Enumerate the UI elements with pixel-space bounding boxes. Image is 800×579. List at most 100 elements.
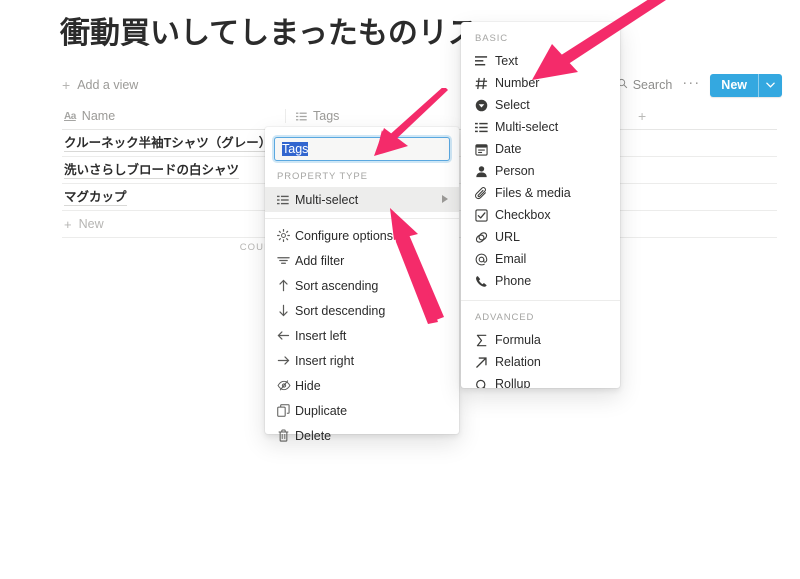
menu-item-label: Delete: [295, 429, 449, 443]
arrow-right-icon: [277, 354, 295, 367]
column-header-tags[interactable]: Tags: [285, 109, 463, 123]
menu-item-label: Configure options: [295, 229, 449, 243]
multi-select-icon: [296, 111, 307, 122]
advanced-section-label: ADVANCED: [461, 301, 620, 329]
type-option-formula[interactable]: Formula: [461, 329, 620, 351]
type-option-text[interactable]: Text: [461, 50, 620, 72]
add-view-button[interactable]: + Add a view: [62, 74, 138, 96]
phone-icon: [475, 275, 495, 288]
type-option-select[interactable]: Select: [461, 94, 620, 116]
menu-item-label: Hide: [295, 379, 449, 393]
type-option-rollup[interactable]: Rollup: [461, 373, 620, 388]
type-option-multi-select[interactable]: Multi-select: [461, 116, 620, 138]
gear-icon: [277, 229, 295, 242]
multi-select-icon: [475, 121, 495, 134]
menu-item-insert-left[interactable]: Insert left: [265, 323, 459, 348]
property-type-panel: BASIC Text Number Select Multi-select: [461, 22, 620, 388]
arrow-down-icon: [277, 304, 295, 317]
cell-name[interactable]: マグカップ: [62, 189, 285, 206]
property-context-menu: PROPERTY TYPE Multi-select Configure opt…: [265, 127, 459, 434]
type-option-label: Email: [495, 252, 526, 266]
menu-item-add-filter[interactable]: Add filter: [265, 248, 459, 273]
row-name-text: クルーネック半袖Tシャツ（グレー）: [64, 135, 271, 152]
menu-item-property-type-label: Multi-select: [295, 193, 442, 207]
new-button-group: New: [710, 74, 782, 97]
type-option-label: Date: [495, 142, 521, 156]
menu-item-label: Sort descending: [295, 304, 449, 318]
cell-name[interactable]: 洗いさらしブロードの白シャツ: [62, 162, 285, 179]
sigma-icon: [475, 334, 495, 347]
plus-icon: +: [64, 217, 72, 232]
multi-select-icon: [277, 194, 295, 206]
menu-item-insert-right[interactable]: Insert right: [265, 348, 459, 373]
type-option-label: Formula: [495, 333, 541, 347]
search-label: Search: [633, 78, 673, 92]
divider: [265, 218, 459, 219]
type-option-phone[interactable]: Phone: [461, 270, 620, 292]
menu-item-hide[interactable]: Hide: [265, 373, 459, 398]
column-header-name[interactable]: Aa Name: [62, 109, 285, 123]
duplicate-icon: [277, 404, 295, 417]
link-icon: [475, 231, 495, 244]
paperclip-icon: [475, 187, 495, 200]
type-option-email[interactable]: Email: [461, 248, 620, 270]
column-header-tags-label: Tags: [313, 109, 339, 123]
type-option-label: Person: [495, 164, 535, 178]
calendar-icon: [475, 143, 495, 156]
type-option-label: Text: [495, 54, 518, 68]
at-icon: [475, 253, 495, 266]
cell-name[interactable]: クルーネック半袖Tシャツ（グレー）: [62, 135, 285, 152]
hash-icon: [475, 77, 495, 90]
search-button[interactable]: Search: [617, 78, 673, 92]
menu-item-label: Duplicate: [295, 404, 449, 418]
app-root: 衝動買いしてしまったものリス + Add a view Search ··· N…: [0, 0, 800, 579]
menu-item-label: Sort ascending: [295, 279, 449, 293]
basic-section-label: BASIC: [461, 22, 620, 50]
cell-new[interactable]: + New: [62, 217, 285, 232]
select-circle-icon: [475, 99, 495, 112]
property-name-input[interactable]: [274, 137, 450, 161]
checkbox-icon: [475, 209, 495, 222]
menu-item-label: Add filter: [295, 254, 449, 268]
arrow-left-icon: [277, 329, 295, 342]
menu-item-sort-descending[interactable]: Sort descending: [265, 298, 459, 323]
type-option-checkbox[interactable]: Checkbox: [461, 204, 620, 226]
rollup-icon: [475, 378, 495, 389]
new-button[interactable]: New: [710, 74, 758, 97]
new-button-dropdown[interactable]: [759, 74, 782, 97]
type-option-number[interactable]: Number: [461, 72, 620, 94]
table-header-row: Aa Name Tags +: [62, 103, 777, 130]
page-title[interactable]: 衝動買いしてしまったものリス: [60, 14, 478, 54]
menu-item-sort-ascending[interactable]: Sort ascending: [265, 273, 459, 298]
row-name-text: マグカップ: [64, 189, 127, 206]
plus-icon: +: [62, 78, 70, 92]
eye-off-icon: [277, 379, 295, 392]
person-icon: [475, 165, 495, 178]
type-option-relation[interactable]: Relation: [461, 351, 620, 373]
type-option-files-media[interactable]: Files & media: [461, 182, 620, 204]
type-option-label: Number: [495, 76, 539, 90]
menu-item-delete[interactable]: Delete: [265, 423, 459, 448]
add-view-label: Add a view: [77, 78, 138, 92]
property-type-section-label: PROPERTY TYPE: [265, 167, 459, 187]
type-option-url[interactable]: URL: [461, 226, 620, 248]
type-option-date[interactable]: Date: [461, 138, 620, 160]
text-lines-icon: [475, 55, 495, 67]
ellipsis-icon[interactable]: ···: [682, 78, 700, 93]
type-option-label: Phone: [495, 274, 531, 288]
menu-item-configure-options[interactable]: Configure options: [265, 223, 459, 248]
plus-icon[interactable]: +: [638, 109, 646, 123]
new-row-label: New: [79, 217, 104, 231]
type-option-person[interactable]: Person: [461, 160, 620, 182]
caret-right-icon: [442, 195, 449, 205]
menu-item-duplicate[interactable]: Duplicate: [265, 398, 459, 423]
text-aa-icon: Aa: [64, 111, 76, 122]
type-option-label: Rollup: [495, 377, 530, 388]
arrow-up-icon: [277, 279, 295, 292]
type-option-label: URL: [495, 230, 520, 244]
menu-item-property-type[interactable]: Multi-select: [265, 187, 459, 212]
menu-item-label: Insert right: [295, 354, 449, 368]
column-header-name-label: Name: [82, 109, 115, 123]
filter-icon: [277, 254, 295, 267]
type-option-label: Select: [495, 98, 530, 112]
